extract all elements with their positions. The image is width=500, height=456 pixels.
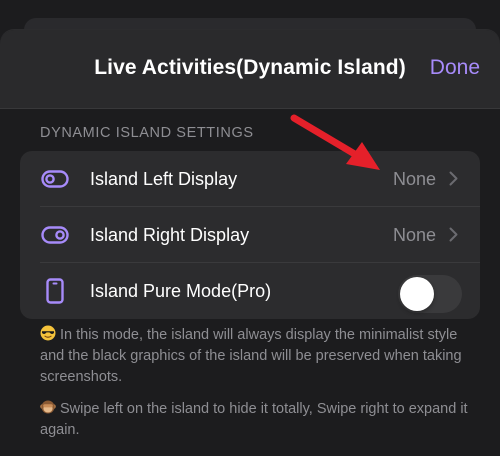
note-text: In this mode, the island will always dis… <box>40 327 462 385</box>
chevron-right-icon <box>449 171 458 191</box>
row-value: None <box>392 225 436 245</box>
navigation-bar: Live Activities(Dynamic Island) Done <box>0 30 500 109</box>
island-right-display-row[interactable]: Island Right Display None <box>20 207 480 263</box>
section-header: DYNAMIC ISLAND SETTINGS <box>40 125 254 141</box>
island-left-display-row[interactable]: Island Left Display None <box>20 151 480 207</box>
row-value: None <box>392 169 436 189</box>
pure-mode-toggle[interactable] <box>398 275 462 313</box>
toggle-knob <box>400 277 434 311</box>
monkey-emoji-icon <box>40 399 56 415</box>
row-label: Island Pure Mode(Pro) <box>90 281 272 301</box>
note-text: Swipe left on the island to hide it tota… <box>40 401 468 438</box>
row-label: Island Left Display <box>90 169 238 189</box>
settings-group: Island Left Display None Island Right Di… <box>20 151 480 319</box>
island-pure-mode-row: Island Pure Mode(Pro) <box>20 263 480 319</box>
page-title: Live Activities(Dynamic Island) <box>94 56 406 79</box>
row-label: Island Right Display <box>90 225 250 245</box>
swipe-note: Swipe left on the island to hide it tota… <box>40 399 474 441</box>
toggle-left-icon <box>40 165 70 193</box>
sunglasses-emoji-icon <box>40 325 56 341</box>
toggle-right-icon <box>40 221 70 249</box>
pure-mode-note: In this mode, the island will always dis… <box>40 325 474 388</box>
phone-icon <box>40 277 70 305</box>
done-button[interactable]: Done <box>430 56 480 80</box>
chevron-right-icon <box>449 227 458 247</box>
